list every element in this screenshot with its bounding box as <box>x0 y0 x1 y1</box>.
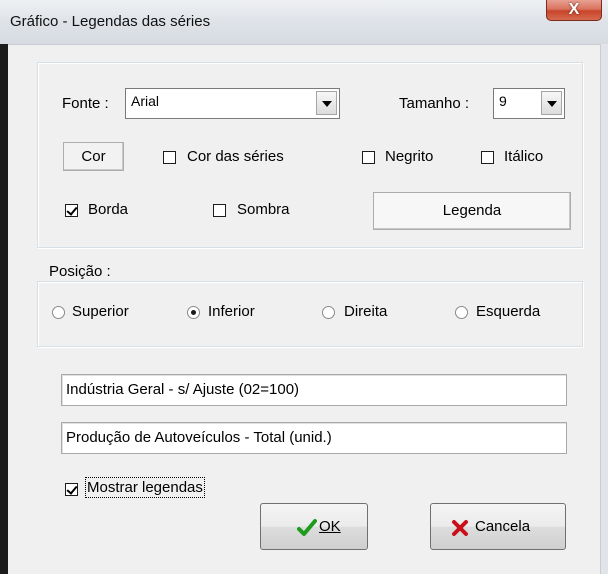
color-button-label: Cor <box>81 148 106 165</box>
font-label: Fonte : <box>62 95 109 112</box>
size-dropdown[interactable]: 9 <box>493 88 565 119</box>
series-color-label: Cor das séries <box>187 148 284 165</box>
series-legend-1-value: Indústria Geral - s/ Ajuste (02=100) <box>66 381 300 398</box>
radio-superior-label: Superior <box>72 303 129 320</box>
show-legends-label[interactable]: Mostrar legendas <box>85 477 205 498</box>
border-label: Borda <box>88 201 129 218</box>
font-dropdown[interactable]: Arial <box>125 88 340 119</box>
cancel-button[interactable]: Cancela <box>430 503 566 550</box>
shadow-label: Sombra <box>237 201 290 218</box>
border-checkbox[interactable] <box>65 204 78 217</box>
size-label: Tamanho : <box>399 95 470 112</box>
close-icon: X <box>568 1 580 18</box>
series-legend-2-field[interactable]: Produção de Autoveículos - Total (unid.) <box>61 422 567 454</box>
radio-inferior-label: Inferior <box>208 303 255 320</box>
ok-label: OK <box>319 518 341 535</box>
ok-button[interactable]: OK <box>260 503 368 550</box>
red-x-icon <box>452 520 468 536</box>
show-legends-checkbox[interactable] <box>65 483 78 496</box>
window-left-border <box>0 44 8 574</box>
window-title: Gráfico - Legendas das séries <box>10 13 211 30</box>
series-legend-1-field[interactable]: Indústria Geral - s/ Ajuste (02=100) <box>61 374 567 406</box>
radio-direita[interactable] <box>322 306 335 319</box>
bold-checkbox[interactable] <box>362 151 375 164</box>
cancel-label: Cancela <box>475 518 531 535</box>
italic-label: Itálico <box>504 148 544 165</box>
radio-inferior[interactable] <box>187 306 200 319</box>
radio-superior[interactable] <box>52 306 65 319</box>
series-color-checkbox[interactable] <box>163 151 176 164</box>
radio-esquerda-label: Esquerda <box>476 303 541 320</box>
color-button[interactable]: Cor <box>63 142 124 171</box>
radio-esquerda[interactable] <box>455 306 468 319</box>
font-dropdown-value: Arial <box>131 93 160 109</box>
close-button[interactable]: X <box>546 0 602 21</box>
position-group-title: Posição : <box>47 263 113 280</box>
size-dropdown-value: 9 <box>499 93 507 109</box>
shadow-checkbox[interactable] <box>213 204 226 217</box>
legend-font-button[interactable]: Legenda <box>373 192 571 230</box>
radio-direita-label: Direita <box>344 303 388 320</box>
checkmark-icon <box>297 519 317 536</box>
series-legend-2-value: Produção de Autoveículos - Total (unid.) <box>66 429 332 446</box>
size-dropdown-arrow[interactable] <box>541 91 562 115</box>
chevron-down-icon <box>322 101 332 107</box>
font-dropdown-arrow[interactable] <box>316 91 337 115</box>
chevron-down-icon <box>547 101 557 107</box>
bold-label: Negrito <box>385 148 434 165</box>
italic-checkbox[interactable] <box>481 151 494 164</box>
window-right-border <box>600 44 608 574</box>
legend-button-label: Legenda <box>442 202 502 219</box>
